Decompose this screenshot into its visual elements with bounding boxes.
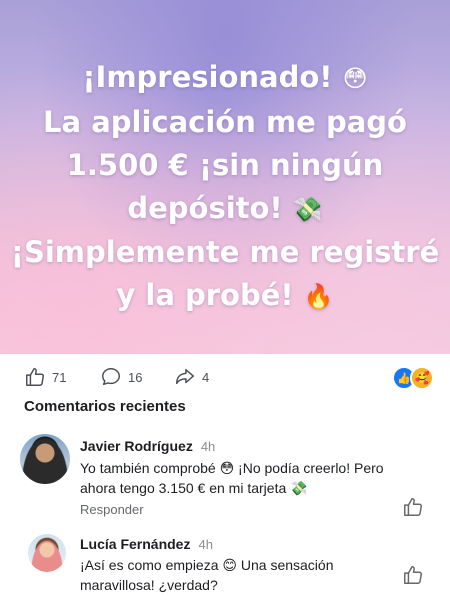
post-image-text: ¡Impresionado! 😳 La aplicación me pagó 1… — [0, 56, 450, 319]
comment-author[interactable]: Lucía Fernández 4h — [80, 536, 213, 552]
reaction-summary[interactable]: 👍 🥰 — [392, 366, 434, 390]
comment-button[interactable]: 16 — [100, 366, 142, 388]
comment-count: 16 — [128, 369, 143, 385]
hero-line-2: La aplicación me pagó — [43, 104, 407, 139]
share-button[interactable]: 4 — [174, 366, 209, 388]
comment-time: 4h — [198, 537, 213, 552]
comment-text: ¡Así es como empieza 😊 Una sensación mar… — [80, 557, 334, 593]
fire-icon: 🔥 — [303, 282, 334, 311]
comment-time: 4h — [200, 439, 216, 454]
avatar[interactable] — [20, 434, 70, 484]
comment-text: Yo también comprobé 😳 ¡No podía creerlo!… — [80, 460, 384, 496]
hero-line-1: ¡Impresionado! 😳 — [82, 60, 368, 94]
like-count: 71 — [52, 369, 67, 385]
hero-line-4: depósito! 💸 — [127, 190, 323, 225]
thumbs-up-icon — [26, 368, 44, 386]
share-count: 4 — [202, 369, 210, 385]
hero-line-5: ¡Simplemente me registré — [10, 235, 440, 269]
hero-line-6: y la probé! 🔥 — [116, 278, 334, 312]
avatar[interactable] — [28, 534, 66, 572]
comments-section-title: Comentarios recientes — [24, 398, 186, 415]
care-reaction-icon: 🥰 — [410, 366, 434, 390]
share-arrow-icon — [176, 368, 194, 385]
comment-author[interactable]: Javier Rodríguez 4h — [80, 438, 215, 454]
money-wings-icon: 💸 — [292, 195, 323, 223]
comment-like-icon[interactable] — [402, 564, 424, 586]
hero-line-3: 1.500 € ¡sin ningún — [66, 147, 384, 182]
post-image: ¡Impresionado! 😳 La aplicación me pagó 1… — [0, 0, 450, 354]
reply-button[interactable]: Responder — [80, 502, 144, 517]
comment-bubble-icon — [102, 368, 120, 386]
like-button[interactable]: 71 — [24, 366, 66, 388]
post-actions-bar: 71 16 4 👍 🥰 — [0, 360, 450, 394]
flushed-face-icon: 😳 — [342, 64, 368, 93]
comment-like-icon[interactable] — [402, 496, 424, 518]
